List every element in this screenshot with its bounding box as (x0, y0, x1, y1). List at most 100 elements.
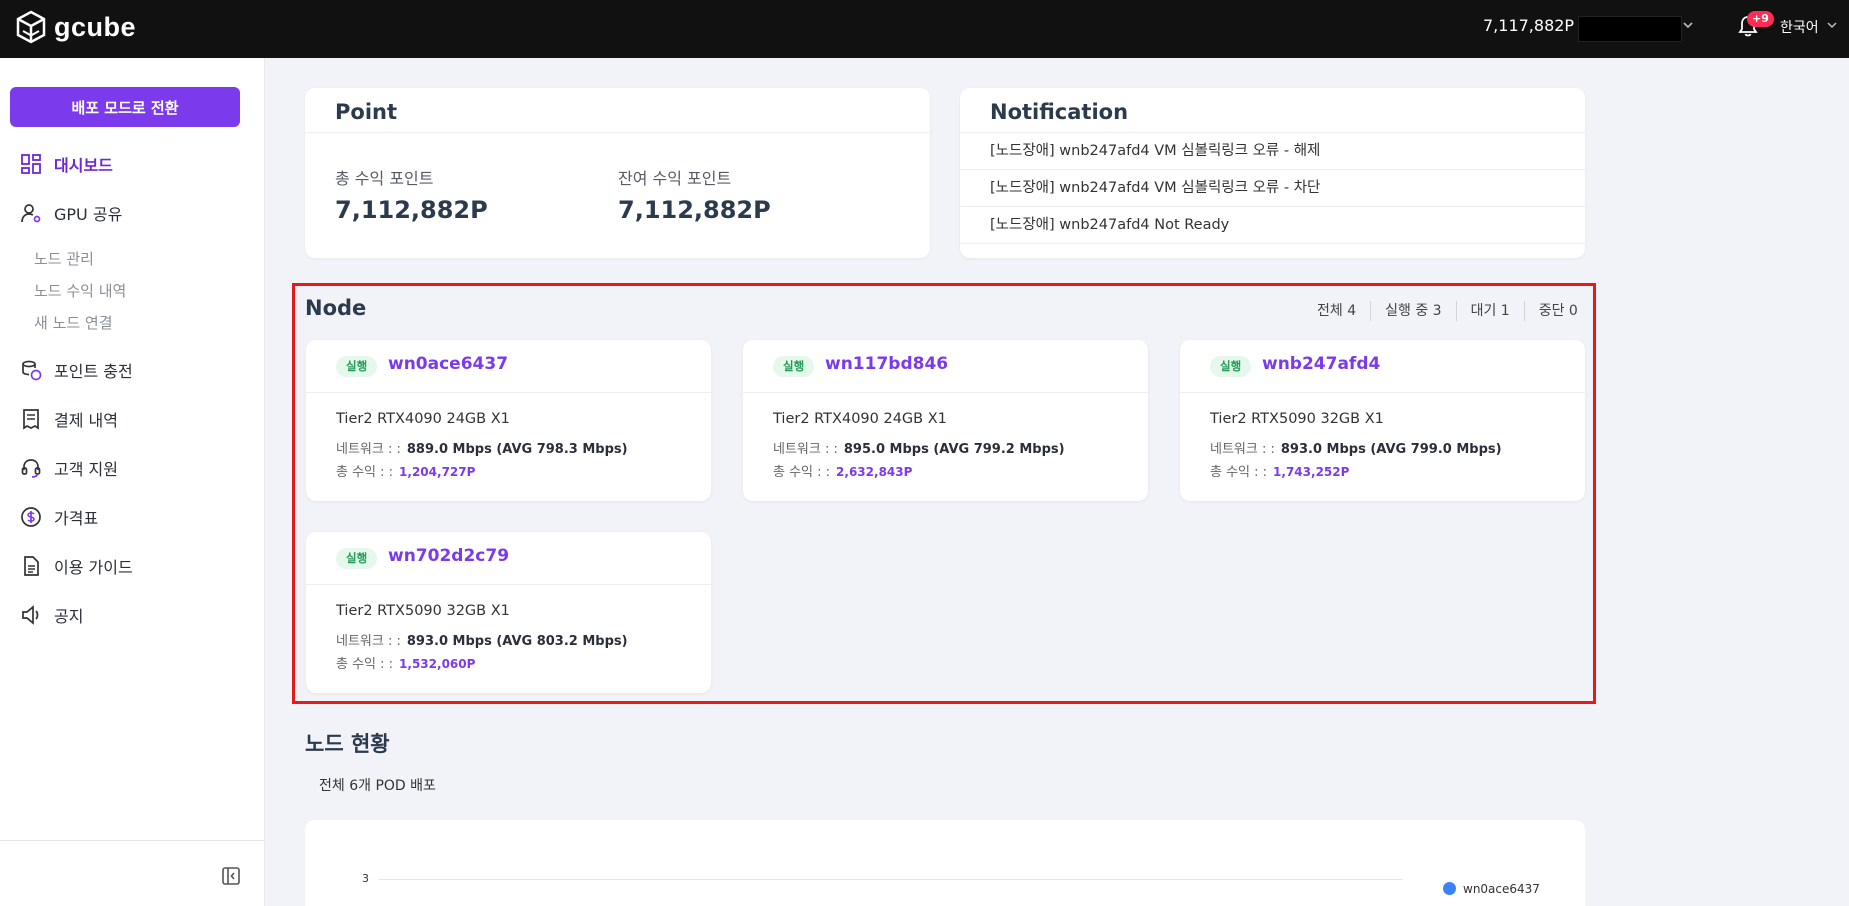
status-badge: 실행 (1210, 356, 1252, 377)
earnings-value: 1,743,252P (1273, 465, 1350, 479)
sidebar-item-label: 고객 지원 (54, 460, 118, 479)
network-value: 893.0 Mbps (AVG 799.0 Mbps) (1280, 442, 1502, 457)
earnings-label: 총 수익 : : (773, 465, 831, 480)
brand-name: gcube (54, 11, 137, 42)
network-label: 네트워크 : : (336, 442, 401, 457)
user-gear-icon (21, 204, 41, 223)
point-card: Point 총 수익 포인트 7,112,882P 잔여 수익 포인트 7,11… (305, 88, 930, 258)
node-spec: Tier2 RTX5090 32GB X1 (336, 603, 510, 619)
gcube-logo[interactable]: gcube (16, 10, 136, 44)
sidebar-item-label: 결제 내역 (54, 411, 118, 430)
notification-item[interactable]: [노드장애] wnb247afd4 VM 심볼릭링크 오류 - 차단 (960, 170, 1585, 207)
node-section-title: Node (305, 296, 367, 320)
node-earnings: 총 수익 : : 2,632,843P (773, 461, 912, 480)
switch-deploy-mode-button[interactable]: 배포 모드로 전환 (10, 87, 240, 127)
node-network: 네트워크 : : 893.0 Mbps (AVG 799.0 Mbps) (1210, 438, 1502, 457)
point-balance: 7,117,882P (1483, 16, 1575, 35)
filter-stopped[interactable]: 중단 0 (1523, 301, 1592, 321)
point-card-title: Point (335, 100, 398, 124)
filter-running[interactable]: 실행 중 3 (1370, 301, 1455, 321)
node-card[interactable]: 실행 wn117bd846 Tier2 RTX4090 24GB X1 네트워크… (743, 340, 1148, 501)
sidebar-item-label: GPU 공유 (54, 205, 123, 224)
sidebar-item-notice[interactable]: 공지 (20, 603, 83, 627)
sidebar-item-label: 공지 (54, 607, 84, 626)
dashboard-icon (21, 154, 41, 174)
subnav-node-management[interactable]: 노드 관리 (34, 248, 94, 269)
status-badge: 실행 (773, 356, 815, 377)
node-spec: Tier2 RTX4090 24GB X1 (336, 411, 510, 427)
notification-item[interactable]: [노드장애] wnb247afd4 VM 심볼릭링크 오류 - 해제 (960, 133, 1585, 170)
chevron-down-icon[interactable] (1826, 19, 1838, 31)
node-name-link[interactable]: wn702d2c79 (388, 546, 509, 566)
legend-marker (1443, 882, 1456, 895)
network-label: 네트워크 : : (773, 442, 838, 457)
node-name-link[interactable]: wn0ace6437 (388, 354, 508, 374)
sidebar-divider (0, 840, 265, 841)
legend-label[interactable]: wn0ace6437 (1463, 882, 1540, 896)
top-header: gcube 7,117,882P +9 한국어 (0, 0, 1849, 58)
sidebar: 배포 모드로 전환 대시보드 GPU 공유 노드 관리 노드 수익 내역 새 노… (0, 58, 265, 906)
grid-line (379, 879, 1403, 880)
node-card[interactable]: 실행 wnb247afd4 Tier2 RTX5090 32GB X1 네트워크… (1180, 340, 1585, 501)
node-network: 네트워크 : : 889.0 Mbps (AVG 798.3 Mbps) (336, 438, 628, 457)
node-status-title: 노드 현황 (305, 732, 390, 756)
node-card[interactable]: 실행 wn702d2c79 Tier2 RTX5090 32GB X1 네트워크… (306, 532, 711, 693)
sidebar-item-dashboard[interactable]: 대시보드 (20, 152, 113, 176)
network-label: 네트워크 : : (336, 634, 401, 649)
sidebar-item-point-charge[interactable]: 포인트 충전 (20, 358, 133, 382)
language-selector[interactable]: 한국어 (1780, 17, 1819, 37)
node-spec: Tier2 RTX5090 32GB X1 (1210, 411, 1384, 427)
network-value: 889.0 Mbps (AVG 798.3 Mbps) (406, 442, 628, 457)
notification-card-title: Notification (990, 100, 1129, 124)
collapse-sidebar-icon[interactable] (221, 866, 241, 886)
total-points-label: 총 수익 포인트 (335, 169, 434, 188)
megaphone-icon (22, 605, 39, 625)
coins-icon (22, 360, 42, 381)
sidebar-item-payment-history[interactable]: 결제 내역 (20, 407, 118, 431)
chevron-down-icon[interactable] (1681, 18, 1695, 32)
node-network: 네트워크 : : 893.0 Mbps (AVG 803.2 Mbps) (336, 630, 628, 649)
earnings-label: 총 수익 : : (336, 657, 394, 672)
sidebar-item-gpu-share[interactable]: GPU 공유 (20, 201, 122, 225)
status-badge: 실행 (336, 356, 378, 377)
sidebar-item-label: 대시보드 (54, 156, 113, 175)
user-menu[interactable] (1578, 16, 1682, 42)
total-points-value: 7,112,882P (335, 196, 488, 224)
node-spec: Tier2 RTX4090 24GB X1 (773, 411, 947, 427)
node-earnings: 총 수익 : : 1,743,252P (1210, 461, 1349, 480)
subnav-node-earnings[interactable]: 노드 수익 내역 (34, 280, 126, 301)
filter-all[interactable]: 전체 4 (1303, 301, 1370, 321)
sidebar-item-price-table[interactable]: 가격표 (20, 505, 98, 529)
node-filters: 전체 4 실행 중 3 대기 1 중단 0 (1303, 301, 1592, 321)
notification-item[interactable]: [노드장애] wnb247afd4 Not Ready (960, 207, 1585, 244)
sidebar-item-label: 가격표 (54, 509, 99, 528)
earnings-value: 2,632,843P (836, 465, 913, 479)
status-badge: 실행 (336, 548, 378, 569)
earnings-label: 총 수익 : : (336, 465, 394, 480)
remaining-points-label: 잔여 수익 포인트 (618, 169, 732, 188)
notification-badge: +9 (1747, 11, 1774, 27)
pod-count-text: 전체 6개 POD 배포 (319, 778, 436, 794)
notification-card: Notification [노드장애] wnb247afd4 VM 심볼릭링크 … (960, 88, 1585, 258)
divider (305, 132, 930, 133)
price-icon (21, 507, 41, 527)
sidebar-item-label: 포인트 충전 (54, 362, 133, 381)
earnings-value: 1,204,727P (399, 465, 476, 479)
logo-icon (16, 10, 46, 44)
node-earnings: 총 수익 : : 1,532,060P (336, 653, 475, 672)
subnav-new-node[interactable]: 새 노드 연결 (34, 312, 113, 333)
y-axis-tick: 3 (362, 872, 369, 885)
sidebar-item-user-guide[interactable]: 이용 가이드 (20, 554, 133, 578)
earnings-label: 총 수익 : : (1210, 465, 1268, 480)
receipt-icon (23, 409, 39, 430)
earnings-value: 1,532,060P (399, 657, 476, 671)
node-network: 네트워크 : : 895.0 Mbps (AVG 799.2 Mbps) (773, 438, 1065, 457)
node-name-link[interactable]: wnb247afd4 (1262, 354, 1380, 374)
filter-waiting[interactable]: 대기 1 (1455, 301, 1524, 321)
node-earnings: 총 수익 : : 1,204,727P (336, 461, 475, 480)
node-card[interactable]: 실행 wn0ace6437 Tier2 RTX4090 24GB X1 네트워크… (306, 340, 711, 501)
node-name-link[interactable]: wn117bd846 (825, 354, 948, 374)
network-label: 네트워크 : : (1210, 442, 1275, 457)
document-icon (24, 556, 39, 576)
sidebar-item-customer-support[interactable]: 고객 지원 (20, 456, 118, 480)
